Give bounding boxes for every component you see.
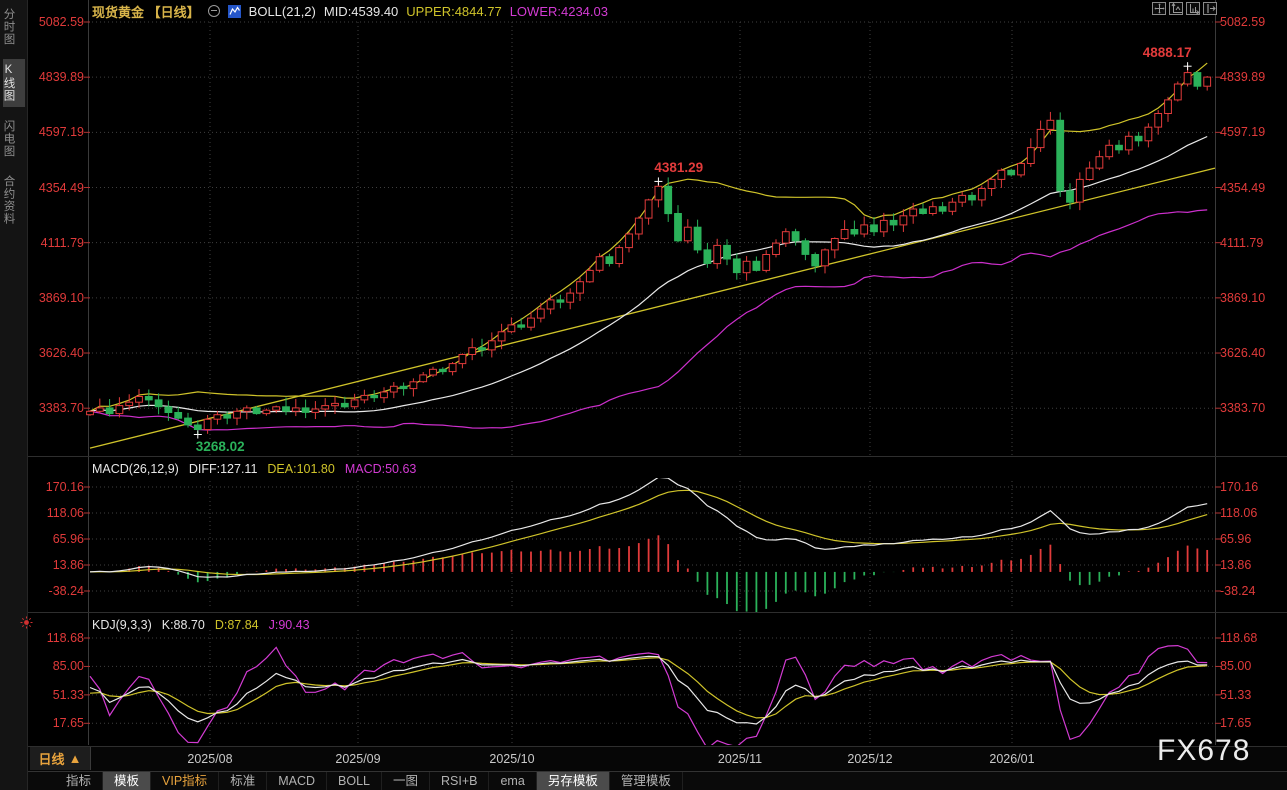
chart-application: 分时图 K线图闪电图合约资料 现货黄金 【日线】 BOLL(21,2) MID:4…: [0, 0, 1287, 790]
tab-BOLL[interactable]: BOLL: [327, 772, 382, 790]
month-label: 2025/08: [187, 752, 233, 766]
chart-type-icon[interactable]: [227, 4, 241, 18]
tab-RSI+B[interactable]: RSI+B: [430, 772, 490, 790]
price-annotation: 3268.02: [195, 439, 245, 455]
axis-pan-icon[interactable]: [1186, 2, 1200, 15]
main-candlestick-chart[interactable]: [0, 0, 1287, 458]
sidebar-item-合约资料[interactable]: 合约资料: [3, 170, 25, 230]
axis-tick-label: 3869.10: [1220, 290, 1266, 305]
price-annotation: 4381.29: [654, 160, 704, 176]
axis-tick-label: 118.06: [1220, 506, 1258, 520]
macd-diff-value: DIFF:127.11: [188, 462, 258, 476]
axis-tick-label: 4111.79: [40, 235, 84, 250]
axis-tick-label: 4597.19: [1220, 125, 1266, 140]
kdj-k-value: K:88.70: [161, 618, 205, 632]
axis-tick-label: 5082.59: [1220, 15, 1266, 29]
crosshair-icon[interactable]: [1152, 2, 1166, 15]
exit-chart-icon[interactable]: [1203, 2, 1217, 15]
axis-tick-label: 65.96: [52, 532, 84, 546]
axis-tick-label: 4839.89: [38, 70, 84, 85]
tab-模板[interactable]: 模板: [103, 772, 152, 790]
axis-tick-label: 17.65: [1220, 716, 1252, 731]
axis-tick-label: 5082.59: [38, 15, 84, 29]
axis-tick-label: 3869.10: [38, 290, 84, 305]
collapse-icon[interactable]: [207, 5, 220, 17]
axis-tick-label: -38.24: [48, 584, 84, 598]
boll-upper-value: UPPER:4844.77: [406, 3, 502, 19]
month-label: 2025/12: [847, 752, 893, 766]
month-label: 2026/01: [989, 752, 1035, 766]
boll-lower-value: LOWER:4234.03: [509, 3, 608, 19]
period-tag: 【日线】: [147, 4, 200, 20]
boll-label: BOLL(21,2): [248, 3, 316, 19]
kdj-j-value: J:90.43: [268, 618, 310, 632]
axis-tick-label: 51.33: [52, 687, 84, 702]
axis-zoom-icon[interactable]: [1169, 2, 1183, 15]
tab-另存模板[interactable]: 另存模板: [536, 772, 610, 790]
tab-一图[interactable]: 一图: [382, 772, 430, 790]
watermark-logo: FX678: [1157, 734, 1251, 767]
left-sidebar: 分时图 K线图闪电图合约资料: [0, 0, 28, 790]
sidebar-item-分时图[interactable]: 分时图: [3, 3, 25, 51]
tab-指标[interactable]: 指标: [55, 772, 104, 790]
price-annotation: 4888.17: [1142, 45, 1192, 61]
chart-toolbar: [1152, 2, 1217, 15]
macd-kdj-separator: [28, 612, 1287, 613]
axis-tick-label: 65.96: [1220, 532, 1252, 546]
sidebar-item-闪电图[interactable]: 闪电图: [3, 115, 25, 163]
period-selector[interactable]: 日线 ▲: [30, 747, 91, 770]
tab-ema[interactable]: ema: [489, 772, 537, 790]
kdj-d-value: D:87.84: [214, 618, 259, 632]
axis-tick-label: 118.68: [46, 631, 84, 645]
month-label: 2025/09: [335, 752, 381, 766]
month-label: 2025/11: [717, 752, 763, 766]
axis-tick-label: 3626.40: [38, 346, 84, 361]
axis-tick-label: -38.24: [1220, 584, 1256, 598]
tab-标准[interactable]: 标准: [219, 772, 268, 790]
month-label: 2025/10: [489, 752, 535, 766]
axis-tick-label: 3626.40: [1220, 346, 1266, 361]
axis-tick-label: 170.16: [1220, 480, 1259, 494]
macd-dea-value: DEA:101.80: [267, 462, 335, 476]
tab-VIP指标[interactable]: VIP指标: [151, 772, 220, 790]
period-label: 日线: [38, 752, 65, 767]
axis-tick-label: 51.33: [1220, 687, 1252, 702]
kdj-label: KDJ(9,3,3): [92, 618, 152, 632]
chart-header: 现货黄金 【日线】 BOLL(21,2) MID:4539.40 UPPER:4…: [92, 3, 608, 20]
axis-tick-label: 3383.70: [1220, 401, 1266, 416]
axis-tick-label: 4354.49: [1220, 180, 1266, 195]
macd-header: MACD(26,12,9) DIFF:127.11 DEA:101.80 MAC…: [92, 462, 416, 476]
tab-MACD[interactable]: MACD: [267, 772, 328, 790]
axis-tick-label: 4839.89: [1220, 70, 1266, 85]
macd-macd-value: MACD:50.63: [344, 462, 417, 476]
axis-tick-label: 170.16: [45, 480, 84, 494]
axis-tick-label: 13.86: [52, 558, 84, 572]
macd-label: MACD(26,12,9): [92, 462, 179, 476]
boll-mid-value: MID:4539.40: [323, 3, 399, 19]
period-arrow-icon: ▲: [68, 751, 82, 766]
axis-tick-label: 118.06: [46, 506, 84, 520]
macd-panel-chart[interactable]: [0, 478, 1287, 612]
tab-管理模板[interactable]: 管理模板: [610, 772, 683, 790]
axis-tick-label: 3383.70: [38, 401, 84, 416]
kdj-header: KDJ(9,3,3) K:88.70 D:87.84 J:90.43: [92, 618, 310, 632]
axis-tick-label: 13.86: [1220, 558, 1252, 572]
axis-tick-label: 85.00: [52, 659, 84, 674]
axis-tick-label: 4111.79: [1220, 235, 1264, 250]
axis-tick-label: 17.65: [52, 716, 84, 731]
axis-tick-label: 118.68: [1220, 631, 1258, 645]
axis-tick-label: 85.00: [1220, 659, 1252, 674]
bottom-tabbar: 指标 模板 VIP指标 标准 MACD BOLL 一图 RSI+B ema 另存模板 管理模板: [28, 771, 1287, 790]
axis-tick-label: 4354.49: [38, 180, 84, 195]
kdj-panel-chart[interactable]: [0, 616, 1287, 745]
axis-tick-label: 4597.19: [38, 125, 84, 140]
sidebar-item-K线图[interactable]: K线图: [2, 58, 25, 107]
symbol-title: 现货黄金: [92, 4, 145, 20]
alert-sun-icon[interactable]: [20, 616, 33, 634]
